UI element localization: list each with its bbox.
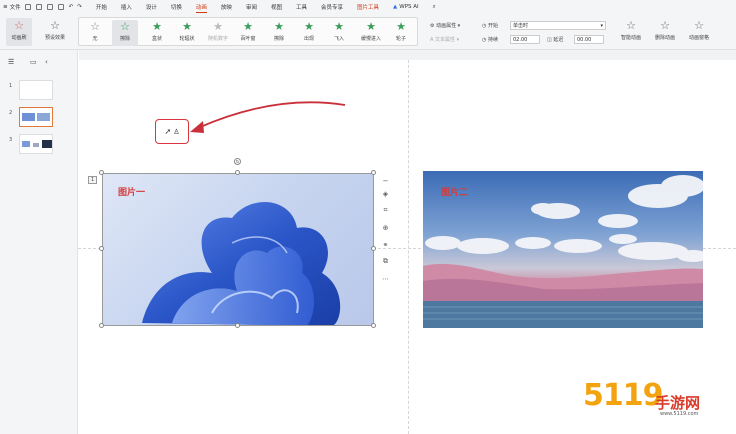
watermark-url: www.5119.com — [660, 411, 699, 417]
resize-handle[interactable] — [235, 323, 240, 328]
image-two-caption: 图片二 — [441, 188, 469, 198]
more-options-icon[interactable]: ⋯ — [380, 273, 391, 284]
crop-icon[interactable]: ⌗ — [380, 205, 391, 216]
animation-brush-callout: ➚ ♙ — [155, 119, 189, 144]
more-collapse-icon[interactable]: − — [380, 175, 391, 186]
layers-icon[interactable]: ◈ — [380, 188, 391, 199]
resize-handle[interactable] — [99, 170, 104, 175]
zoom-icon[interactable]: ⊕ — [380, 222, 391, 233]
image-two[interactable]: 图片二 — [423, 171, 703, 328]
watermark-logo: 5119 — [583, 378, 663, 413]
resize-handle[interactable] — [99, 323, 104, 328]
resize-handle[interactable] — [371, 246, 376, 251]
resize-handle[interactable] — [99, 246, 104, 251]
rotate-handle-icon[interactable]: ↻ — [234, 158, 241, 165]
watermark-brand: 手游网 — [655, 394, 701, 412]
selection-frame — [102, 173, 374, 326]
cursor-icon: ➚ — [164, 127, 172, 136]
brush-icon: ♙ — [173, 127, 180, 136]
resize-handle[interactable] — [371, 170, 376, 175]
resize-handle[interactable] — [371, 323, 376, 328]
resize-handle[interactable] — [235, 170, 240, 175]
replace-image-icon[interactable]: ⧉ — [380, 256, 391, 267]
link-icon[interactable]: ⚭ — [380, 239, 391, 250]
animation-order-badge: 1 — [88, 176, 98, 184]
